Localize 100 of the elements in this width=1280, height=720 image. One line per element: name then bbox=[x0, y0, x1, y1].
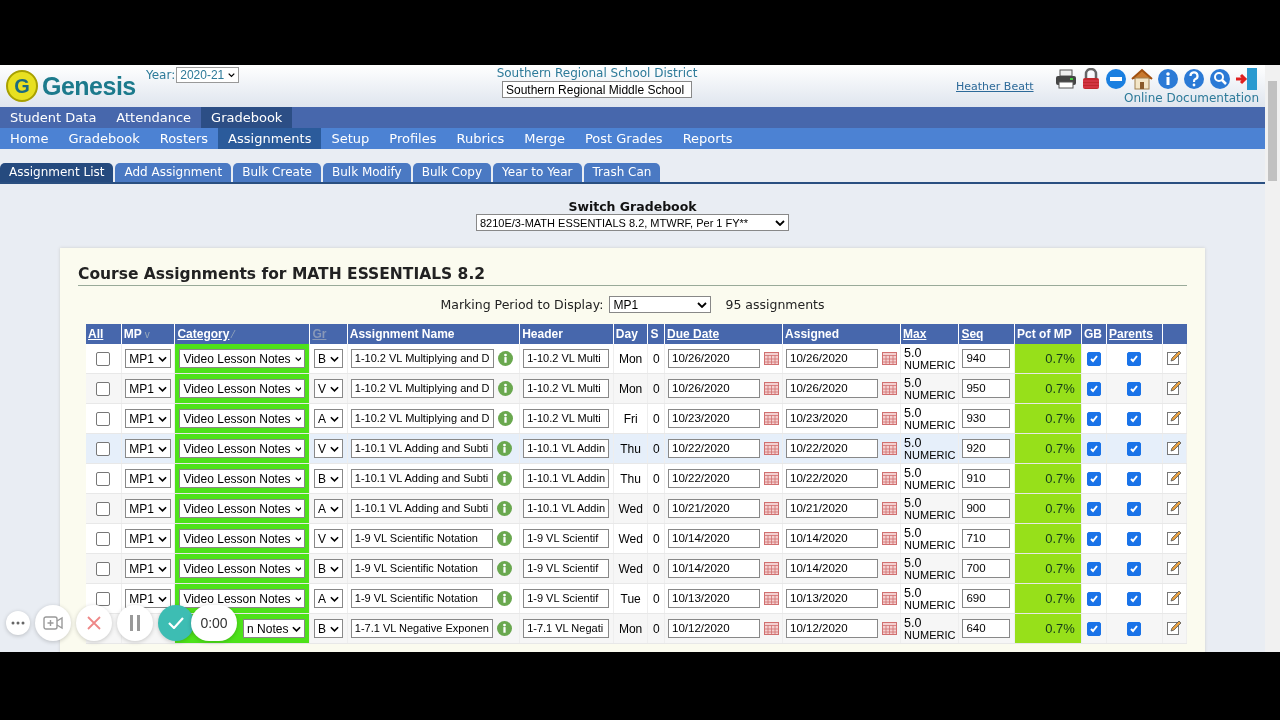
sequence-field[interactable]: 900 bbox=[962, 499, 1011, 518]
assignment-name-field[interactable]: 1-10.1 VL Adding and Subti bbox=[350, 439, 493, 458]
tab[interactable]: Bulk Copy bbox=[412, 163, 492, 182]
sequence-field[interactable]: 940 bbox=[962, 349, 1011, 368]
edit-icon[interactable] bbox=[1166, 409, 1182, 425]
category-select[interactable]: Video Lesson Notes bbox=[179, 469, 306, 488]
more-button[interactable] bbox=[6, 611, 30, 635]
assigned-date-field[interactable]: 10/14/2020 bbox=[786, 529, 879, 548]
header-field[interactable]: 1-9 VL Scientif bbox=[523, 559, 610, 578]
gradebook-checkbox[interactable] bbox=[1086, 531, 1101, 546]
parents-checkbox[interactable] bbox=[1127, 531, 1142, 546]
main-nav-item[interactable]: Attendance bbox=[106, 107, 202, 128]
sub-nav-item[interactable]: Gradebook bbox=[58, 128, 150, 149]
assigned-date-field[interactable]: 10/22/2020 bbox=[786, 469, 879, 488]
header-field[interactable]: 1-10.2 VL Multi bbox=[523, 349, 610, 368]
grade-select[interactable]: B bbox=[314, 349, 344, 368]
due-date-field[interactable]: 10/12/2020 bbox=[668, 619, 761, 638]
info-icon[interactable] bbox=[496, 621, 512, 636]
assignment-name-field[interactable]: 1-10.2 VL Multiplying and D bbox=[350, 409, 494, 428]
tab[interactable]: Bulk Create bbox=[233, 163, 321, 182]
calendar-icon[interactable] bbox=[764, 412, 780, 425]
sequence-field[interactable]: 950 bbox=[962, 379, 1011, 398]
edit-icon[interactable] bbox=[1166, 499, 1182, 515]
sub-nav-item[interactable]: Home bbox=[0, 128, 59, 149]
info-icon[interactable] bbox=[496, 471, 512, 486]
marking-period-select[interactable]: MP1 bbox=[125, 589, 171, 608]
sub-nav-item[interactable]: Post Grades bbox=[574, 128, 673, 149]
edit-icon[interactable] bbox=[1166, 619, 1182, 635]
calendar-icon[interactable] bbox=[882, 562, 898, 575]
sub-nav-item[interactable]: Rosters bbox=[149, 128, 219, 149]
marking-period-select[interactable]: MP1 bbox=[125, 559, 171, 578]
calendar-icon[interactable] bbox=[764, 472, 780, 485]
assigned-date-field[interactable]: 10/23/2020 bbox=[786, 409, 879, 428]
printer-icon[interactable] bbox=[1055, 69, 1077, 89]
gradebook-checkbox[interactable] bbox=[1086, 441, 1101, 456]
row-checkbox[interactable] bbox=[96, 411, 111, 426]
due-date-field[interactable]: 10/26/2020 bbox=[668, 349, 761, 368]
exit-door-icon[interactable] bbox=[1235, 67, 1259, 91]
info-icon[interactable] bbox=[497, 411, 513, 426]
category-select[interactable]: n Notes bbox=[243, 619, 306, 638]
calendar-icon[interactable] bbox=[882, 502, 898, 515]
parents-checkbox[interactable] bbox=[1127, 471, 1142, 486]
header-field[interactable]: 1-9 VL Scientif bbox=[523, 529, 610, 548]
category-select[interactable]: Video Lesson Notes bbox=[179, 499, 306, 518]
calendar-icon[interactable] bbox=[764, 352, 780, 365]
marking-period-select[interactable]: MP1 bbox=[125, 379, 171, 398]
assignment-name-field[interactable]: 1-9 VL Scientific Notation bbox=[350, 559, 493, 578]
gradebook-checkbox[interactable] bbox=[1086, 561, 1101, 576]
user-link[interactable]: Heather Beatt bbox=[956, 80, 1034, 93]
marking-period-select[interactable]: MP1 bbox=[125, 469, 171, 488]
tab[interactable]: Bulk Modify bbox=[322, 163, 411, 182]
due-date-field[interactable]: 10/14/2020 bbox=[668, 559, 761, 578]
marking-period-select[interactable]: MP1 bbox=[125, 439, 171, 458]
calendar-icon[interactable] bbox=[764, 532, 780, 545]
row-checkbox[interactable] bbox=[96, 471, 111, 486]
calendar-icon[interactable] bbox=[882, 412, 898, 425]
due-date-field[interactable]: 10/26/2020 bbox=[668, 379, 761, 398]
search-icon[interactable] bbox=[1209, 68, 1231, 90]
column-header[interactable]: Category bbox=[177, 327, 230, 341]
row-checkbox[interactable] bbox=[96, 501, 111, 516]
tab[interactable]: Trash Can bbox=[583, 163, 661, 182]
header-field[interactable]: 1-10.2 VL Multi bbox=[523, 379, 610, 398]
edit-icon[interactable] bbox=[1166, 589, 1182, 605]
sub-nav-item[interactable]: Profiles bbox=[379, 128, 447, 149]
sub-nav-item[interactable]: Assignments bbox=[218, 128, 322, 149]
parents-checkbox[interactable] bbox=[1127, 621, 1142, 636]
edit-icon[interactable] bbox=[1166, 379, 1182, 395]
camera-button[interactable] bbox=[35, 605, 71, 641]
marking-period-select[interactable]: MP1 bbox=[125, 409, 171, 428]
grade-select[interactable]: A bbox=[314, 409, 344, 428]
year-select[interactable]: 2020-21 bbox=[176, 67, 240, 83]
assignment-name-field[interactable]: 1-10.2 VL Multiplying and D bbox=[350, 349, 494, 368]
grade-select[interactable]: B bbox=[314, 469, 344, 488]
parents-checkbox[interactable] bbox=[1127, 561, 1142, 576]
online-documentation-link[interactable]: Online Documentation bbox=[1123, 91, 1259, 105]
header-field[interactable]: 1-10.2 VL Multi bbox=[523, 409, 610, 428]
calendar-icon[interactable] bbox=[882, 382, 898, 395]
assignment-name-field[interactable]: 1-10.1 VL Adding and Subti bbox=[350, 499, 493, 518]
sequence-field[interactable]: 690 bbox=[962, 589, 1011, 608]
grade-select[interactable]: B bbox=[314, 619, 344, 638]
row-checkbox[interactable] bbox=[96, 381, 111, 396]
row-checkbox[interactable] bbox=[96, 561, 111, 576]
due-date-field[interactable]: 10/23/2020 bbox=[668, 409, 761, 428]
sub-nav-item[interactable]: Reports bbox=[672, 128, 743, 149]
due-date-field[interactable]: 10/22/2020 bbox=[668, 469, 761, 488]
calendar-icon[interactable] bbox=[764, 592, 780, 605]
sequence-field[interactable]: 910 bbox=[962, 469, 1011, 488]
tab[interactable]: Add Assignment bbox=[115, 163, 232, 182]
category-select[interactable]: Video Lesson Notes bbox=[179, 439, 306, 458]
info-icon[interactable] bbox=[496, 561, 512, 576]
parents-checkbox[interactable] bbox=[1127, 441, 1142, 456]
sub-nav-item[interactable]: Setup bbox=[321, 128, 380, 149]
sub-nav-item[interactable]: Rubrics bbox=[446, 128, 515, 149]
assigned-date-field[interactable]: 10/26/2020 bbox=[786, 379, 879, 398]
calendar-icon[interactable] bbox=[764, 502, 780, 515]
parents-checkbox[interactable] bbox=[1127, 501, 1142, 516]
category-select[interactable]: Video Lesson Notes bbox=[179, 379, 306, 398]
assignment-name-field[interactable]: 1-7.1 VL Negative Exponen bbox=[350, 619, 493, 638]
edit-icon[interactable] bbox=[1166, 349, 1182, 365]
row-checkbox[interactable] bbox=[96, 351, 111, 366]
